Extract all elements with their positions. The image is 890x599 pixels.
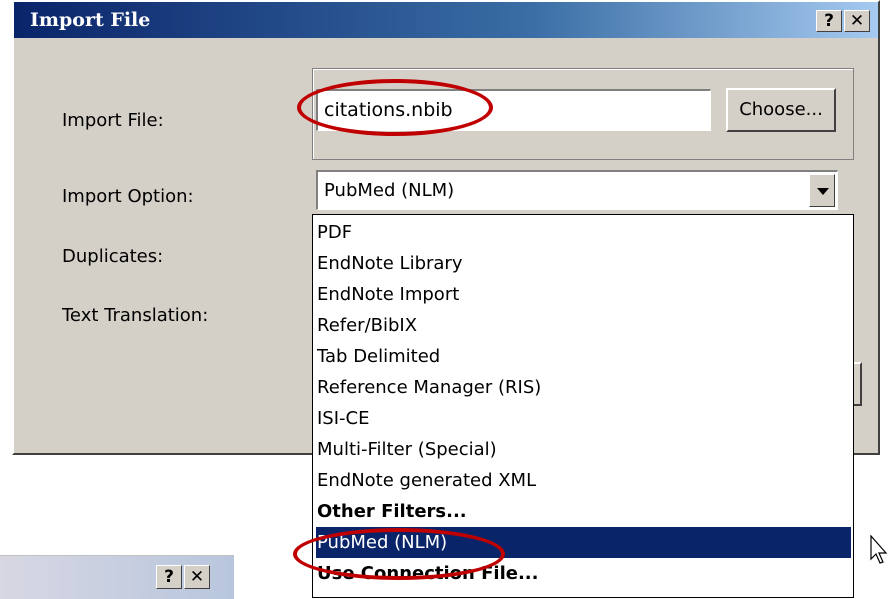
import-file-input[interactable]: citations.nbib	[316, 89, 711, 131]
import-option-select[interactable]: PubMed (NLM)	[316, 170, 838, 210]
option-pdf[interactable]: PDF	[316, 217, 851, 248]
background-close-button[interactable]: ✕	[184, 565, 210, 589]
option-other-filters[interactable]: Other Filters...	[316, 496, 851, 527]
help-button[interactable]: ?	[816, 10, 842, 32]
close-button[interactable]: ✕	[844, 10, 870, 32]
option-isi-ce[interactable]: ISI-CE	[316, 403, 851, 434]
dropdown-arrow-icon[interactable]	[809, 174, 835, 207]
option-tab-delimited[interactable]: Tab Delimited	[316, 341, 851, 372]
import-file-label: Import File:	[62, 110, 164, 131]
choose-button[interactable]: Choose...	[726, 88, 836, 132]
import-option-dropdown-list[interactable]: PDF EndNote Library EndNote Import Refer…	[312, 214, 854, 598]
background-help-button[interactable]: ?	[156, 565, 182, 589]
mouse-cursor-icon	[870, 535, 888, 564]
duplicates-label: Duplicates:	[62, 246, 164, 267]
import-option-value: PubMed (NLM)	[324, 180, 455, 201]
option-endnote-import[interactable]: EndNote Import	[316, 279, 851, 310]
option-refer-bibix[interactable]: Refer/BibIX	[316, 310, 851, 341]
option-use-connection-file[interactable]: Use Connection File...	[316, 558, 851, 589]
option-pubmed-nlm[interactable]: PubMed (NLM)	[316, 527, 851, 558]
option-reference-manager[interactable]: Reference Manager (RIS)	[316, 372, 851, 403]
dialog-titlebar[interactable]: Import File ? ✕	[14, 2, 878, 38]
text-translation-label: Text Translation:	[62, 305, 209, 326]
option-multi-filter[interactable]: Multi-Filter (Special)	[316, 434, 851, 465]
option-endnote-xml[interactable]: EndNote generated XML	[316, 465, 851, 496]
import-option-label: Import Option:	[62, 186, 194, 207]
dialog-title: Import File	[30, 9, 151, 31]
option-endnote-library[interactable]: EndNote Library	[316, 248, 851, 279]
